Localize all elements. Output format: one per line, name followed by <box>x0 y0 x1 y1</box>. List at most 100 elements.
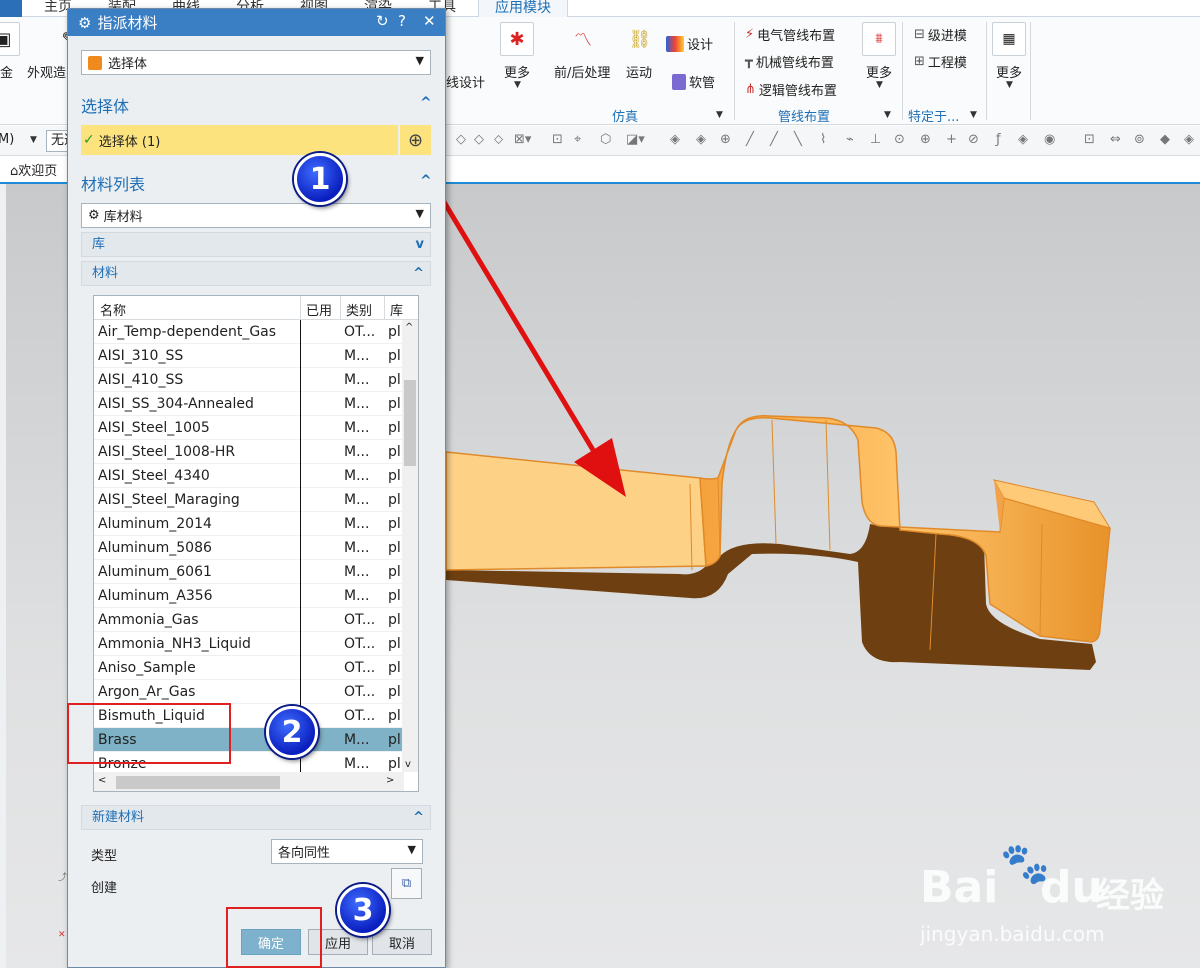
material-name: AISI_Steel_1005 <box>98 420 210 436</box>
material-type-value: 各向同性 <box>278 846 331 861</box>
material-name: Aluminum_6061 <box>98 564 212 580</box>
highlight-box-ok <box>226 907 322 968</box>
table-row[interactable]: Ammonia_Gas OT... pl <box>94 608 404 632</box>
table-row[interactable]: AISI_Steel_1005 M... pl <box>94 416 404 440</box>
dialog-title-bar[interactable]: ⚙ 指派材料 ↻ ? ✕ <box>68 9 445 36</box>
table-row[interactable]: Argon_Ar_Gas OT... pl <box>94 680 404 704</box>
crosshair-icon[interactable]: ⊕ <box>400 125 431 155</box>
material-category: M... <box>344 396 370 412</box>
material-name: AISI_Steel_Maraging <box>98 492 240 508</box>
horizontal-scroll-thumb[interactable] <box>116 776 280 789</box>
help-icon[interactable]: ? <box>398 12 406 30</box>
material-category: M... <box>344 492 370 508</box>
new-material-icon: ⧉ <box>401 876 412 891</box>
watermark-brand-2: du <box>1040 862 1103 913</box>
table-row[interactable]: AISI_SS_304-Annealed M... pl <box>94 392 404 416</box>
table-row[interactable]: AISI_Steel_Maraging M... pl <box>94 488 404 512</box>
material-name: Aluminum_5086 <box>98 540 212 556</box>
scroll-down-icon[interactable]: v <box>405 759 411 770</box>
material-library: pl <box>388 684 401 700</box>
column-divider[interactable] <box>300 296 301 320</box>
material-category: OT... <box>344 684 376 700</box>
create-material-button[interactable]: ⧉ <box>391 868 422 899</box>
scroll-right-icon[interactable]: > <box>386 775 394 786</box>
highlight-box-brass <box>67 703 231 764</box>
assign-material-dialog: ⚙ 指派材料 ↻ ? ✕ 选择体 ▼ 选择体 ^ ✓ 选择体 (1) ⊕ 材料列… <box>67 8 446 968</box>
reset-icon[interactable]: ↻ <box>376 12 389 30</box>
material-name: AISI_410_SS <box>98 372 184 388</box>
material-library: pl <box>388 636 401 652</box>
material-name: Aniso_Sample <box>98 660 196 676</box>
solid-body-icon <box>88 55 102 70</box>
vertical-scrollbar[interactable]: ^ v <box>402 320 418 772</box>
column-header-name[interactable]: 名称 <box>100 300 126 319</box>
material-name: AISI_Steel_1008-HR <box>98 444 236 460</box>
column-header-used[interactable]: 已用 <box>306 300 332 319</box>
material-library: pl <box>388 588 401 604</box>
material-category: M... <box>344 348 370 364</box>
scroll-up-icon[interactable]: ^ <box>405 322 413 333</box>
table-row[interactable]: Air_Temp-dependent_Gas OT... pl <box>94 320 404 344</box>
library-subsection[interactable]: 库 v <box>81 232 431 257</box>
column-header-library[interactable]: 库 <box>390 300 403 319</box>
cancel-button[interactable]: 取消 <box>372 929 432 955</box>
table-row[interactable]: AISI_Steel_1008-HR M... pl <box>94 440 404 464</box>
horizontal-scrollbar[interactable]: < > <box>94 772 404 791</box>
section-title-material-list: 材料列表 <box>81 175 146 194</box>
step-marker-3: 3 <box>337 884 389 936</box>
material-name: AISI_SS_304-Annealed <box>98 396 254 412</box>
column-divider[interactable] <box>340 296 341 320</box>
new-material-subsection[interactable]: 新建材料 ^ <box>81 805 431 830</box>
create-label: 创建 <box>91 881 118 896</box>
material-library: pl <box>388 420 401 436</box>
material-source-select[interactable]: ⚙ 库材料 ▼ <box>81 203 431 228</box>
material-library: pl <box>388 612 401 628</box>
step-marker-1: 1 <box>294 153 346 205</box>
new-material-label: 新建材料 <box>92 810 145 825</box>
material-library: pl <box>388 324 401 340</box>
scroll-left-icon[interactable]: < <box>98 775 106 786</box>
material-name: AISI_Steel_4340 <box>98 468 210 484</box>
select-body-row[interactable]: ✓ 选择体 (1) <box>81 125 398 155</box>
chevron-up-icon[interactable]: ^ <box>420 95 432 111</box>
material-library: pl <box>388 468 401 484</box>
material-category: OT... <box>344 636 376 652</box>
table-row[interactable]: AISI_Steel_4340 M... pl <box>94 464 404 488</box>
material-category: M... <box>344 468 370 484</box>
material-category: M... <box>344 588 370 604</box>
material-name: Aluminum_2014 <box>98 516 212 532</box>
materials-subsection[interactable]: 材料 ^ <box>81 261 431 286</box>
column-header-category[interactable]: 类别 <box>346 300 372 319</box>
chevron-up-icon[interactable]: ^ <box>420 173 432 189</box>
material-name: Air_Temp-dependent_Gas <box>98 324 277 340</box>
select-body-status: 选择体 (1) <box>98 134 161 150</box>
table-row[interactable]: Ammonia_NH3_Liquid OT... pl <box>94 632 404 656</box>
material-library: pl <box>388 396 401 412</box>
material-type-select[interactable]: 各向同性 ▼ <box>271 839 423 864</box>
table-row[interactable]: Aluminum_2014 M... pl <box>94 512 404 536</box>
material-source-value: 库材料 <box>103 210 143 225</box>
vertical-scroll-thumb[interactable] <box>404 380 416 466</box>
material-category: M... <box>344 372 370 388</box>
material-library: pl <box>388 444 401 460</box>
material-name: AISI_310_SS <box>98 348 184 364</box>
material-category: M... <box>344 420 370 436</box>
table-row[interactable]: Aluminum_6061 M... pl <box>94 560 404 584</box>
chevron-down-icon: ▼ <box>415 54 424 67</box>
table-row[interactable]: Aniso_Sample OT... pl <box>94 656 404 680</box>
table-row[interactable]: Aluminum_5086 M... pl <box>94 536 404 560</box>
material-library: pl <box>388 372 401 388</box>
table-row[interactable]: Aluminum_A356 M... pl <box>94 584 404 608</box>
material-category: M... <box>344 444 370 460</box>
library-icon: ⚙ <box>88 208 100 223</box>
column-divider[interactable] <box>384 296 385 320</box>
type-select[interactable]: 选择体 ▼ <box>81 50 431 75</box>
table-row[interactable]: AISI_310_SS M... pl <box>94 344 404 368</box>
materials-subsection-label: 材料 <box>92 266 119 281</box>
close-icon[interactable]: ✕ <box>423 12 436 30</box>
material-category: OT... <box>344 324 376 340</box>
table-row[interactable]: AISI_410_SS M... pl <box>94 368 404 392</box>
library-subsection-label: 库 <box>92 237 106 252</box>
chevron-up-icon: ^ <box>413 810 424 825</box>
material-category: M... <box>344 540 370 556</box>
